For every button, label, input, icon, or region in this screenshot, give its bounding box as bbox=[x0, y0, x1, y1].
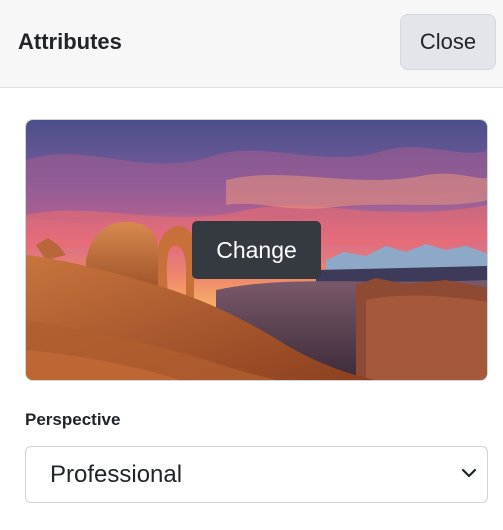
perspective-label: Perspective bbox=[25, 410, 121, 429]
attributes-panel: Attributes Close Change Perspective Prof… bbox=[0, 0, 503, 530]
chevron-down-icon bbox=[461, 468, 477, 478]
change-image-button[interactable]: Change bbox=[192, 221, 321, 279]
perspective-selected-value: Professional bbox=[50, 461, 183, 488]
perspective-select[interactable]: Professional bbox=[25, 446, 488, 503]
panel-title: Attributes bbox=[18, 29, 122, 54]
panel-header: Attributes Close bbox=[0, 0, 503, 88]
close-button[interactable]: Close bbox=[400, 14, 496, 70]
